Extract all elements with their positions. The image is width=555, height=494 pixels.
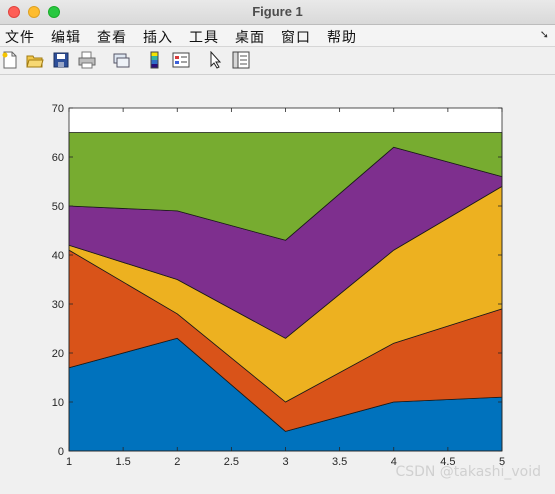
- y-tick-label: 40: [52, 250, 64, 262]
- x-tick-label: 3: [282, 456, 288, 468]
- menu-edit[interactable]: 编辑: [51, 27, 81, 47]
- colorbar-icon[interactable]: [146, 51, 164, 69]
- menu-window[interactable]: 窗口: [281, 27, 311, 47]
- y-tick-label: 10: [52, 397, 64, 409]
- y-tick-label: 30: [52, 299, 64, 311]
- open-file-icon[interactable]: [26, 51, 44, 69]
- menu-desktop[interactable]: 桌面: [235, 27, 265, 47]
- y-tick-label: 0: [58, 446, 64, 458]
- print-icon[interactable]: [78, 51, 96, 69]
- menu-overflow-icon[interactable]: ➘: [540, 28, 549, 41]
- legend-icon[interactable]: [172, 51, 190, 69]
- menu-bar: 文件 编辑 查看 插入 工具 桌面 窗口 帮助 ➘: [0, 25, 555, 47]
- x-tick-label: 1.5: [115, 456, 130, 468]
- figure-canvas: 1 1.5 2 2.5 3 3.5 4 4.5 5 0 10 20 30 40 50 60 70 CSDN @t…: [0, 75, 555, 489]
- save-icon[interactable]: [52, 51, 70, 69]
- watermark-text: CSDN @takashi_void: [395, 464, 541, 480]
- pointer-icon[interactable]: [206, 51, 224, 69]
- x-tick-label: 1: [66, 456, 72, 468]
- menu-view[interactable]: 查看: [97, 27, 127, 47]
- window-titlebar: Figure 1: [0, 0, 555, 25]
- menu-insert[interactable]: 插入: [143, 27, 173, 47]
- y-tick-label: 70: [52, 103, 64, 115]
- area-chart[interactable]: 1 1.5 2 2.5 3 3.5 4 4.5 5010203040506070: [0, 75, 555, 489]
- menu-tools[interactable]: 工具: [189, 27, 219, 47]
- new-figure-icon[interactable]: [1, 51, 19, 69]
- x-tick-label: 2: [174, 456, 180, 468]
- y-tick-label: 60: [52, 152, 64, 164]
- x-tick-label: 2.5: [224, 456, 239, 468]
- window-title: Figure 1: [252, 4, 303, 19]
- link-icon[interactable]: [112, 51, 130, 69]
- menu-help[interactable]: 帮助: [327, 27, 357, 47]
- property-editor-icon[interactable]: [232, 51, 250, 69]
- figure-toolbar: [0, 47, 555, 75]
- y-tick-label: 20: [52, 348, 64, 360]
- x-tick-label: 3.5: [332, 456, 347, 468]
- menu-file[interactable]: 文件: [5, 27, 35, 47]
- y-tick-label: 50: [52, 201, 64, 213]
